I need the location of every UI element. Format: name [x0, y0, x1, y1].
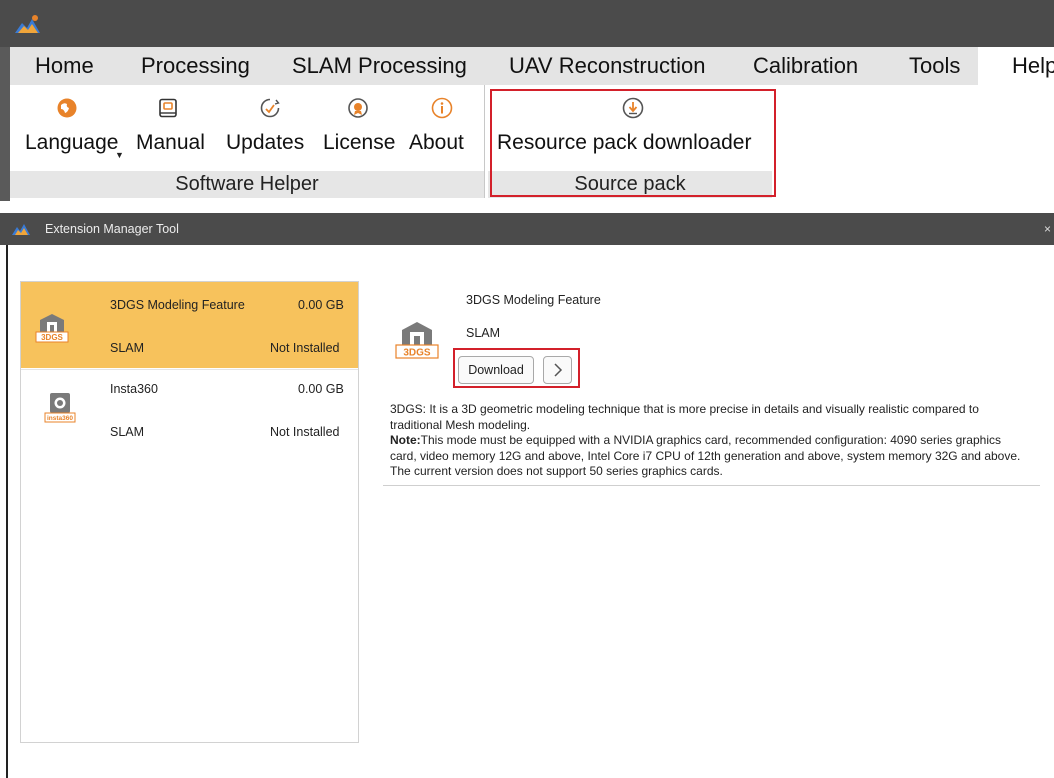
desc-line: 3DGS: It is a 3D geometric modeling tech…: [390, 402, 979, 416]
desc-line: traditional Mesh modeling.: [390, 417, 531, 432]
extension-status: Not Installed: [270, 341, 340, 355]
detail-divider: [383, 485, 1040, 486]
highlight-box-download: [453, 348, 580, 388]
note-line: The current version does not support 50 …: [390, 464, 723, 478]
menu-tools[interactable]: Tools: [909, 47, 960, 85]
highlight-box-resource-pack: [490, 89, 776, 197]
extension-status: Not Installed: [270, 425, 340, 439]
license-icon[interactable]: [347, 97, 369, 119]
extension-category: SLAM: [110, 425, 145, 439]
menu-home[interactable]: Home: [35, 47, 94, 85]
extension-name: 3DGS Modeling Feature: [110, 298, 245, 312]
menu-uav-reconstruction[interactable]: UAV Reconstruction: [509, 47, 705, 85]
detail-title: 3DGS Modeling Feature: [466, 293, 601, 307]
note-text: This mode must be equipped with a NVIDIA…: [420, 433, 1001, 447]
extension-size: 0.00 GB: [298, 298, 344, 312]
menu-slam-processing[interactable]: SLAM Processing: [292, 47, 467, 85]
group-software-helper: Software Helper: [10, 171, 484, 198]
note-line: Note:This mode must be equipped with a N…: [390, 433, 1040, 449]
dialog-left-edge: [6, 245, 8, 778]
note-line: card, video memory 12G and above, Intel …: [390, 448, 1021, 463]
globe-icon[interactable]: [56, 97, 78, 119]
detail-category: SLAM: [466, 326, 501, 340]
extension-category: SLAM: [110, 341, 145, 355]
extension-name: Insta360: [110, 382, 158, 396]
ribbon-language-label[interactable]: Language: [25, 131, 118, 155]
dialog-app-icon: [12, 224, 30, 235]
group-divider: [484, 85, 485, 198]
chevron-down-icon[interactable]: ▼: [115, 150, 124, 160]
manual-icon[interactable]: [157, 97, 179, 119]
ribbon-license-label[interactable]: License: [323, 131, 395, 155]
extension-size: 0.00 GB: [298, 382, 344, 396]
close-icon[interactable]: ×: [1044, 213, 1051, 245]
3dgs-detail-icon: 3DGS: [395, 322, 439, 359]
3dgs-detail-badge-text: 3DGS: [403, 348, 431, 359]
menu-help[interactable]: Help: [1012, 47, 1054, 85]
dialog-title: Extension Manager Tool: [45, 222, 179, 236]
note-label: Note:: [390, 433, 421, 447]
ribbon-manual-label[interactable]: Manual: [136, 131, 205, 155]
ribbon-about-label[interactable]: About: [409, 131, 464, 155]
insta360-badge-text: insta360: [47, 415, 73, 422]
app-logo-icon: [15, 15, 40, 33]
insta360-icon: insta360: [44, 393, 76, 423]
info-icon[interactable]: [431, 97, 453, 119]
app-title-bar: [0, 0, 1054, 47]
3dgs-icon: 3DGS: [35, 314, 69, 343]
updates-icon[interactable]: [259, 97, 281, 119]
menu-processing[interactable]: Processing: [141, 47, 250, 85]
list-item-3dgs[interactable]: [21, 282, 358, 368]
menu-calibration[interactable]: Calibration: [753, 47, 858, 85]
ribbon-updates-label[interactable]: Updates: [226, 131, 304, 155]
3dgs-badge-text: 3DGS: [41, 333, 63, 342]
detail-description: 3DGS: It is a 3D geometric modeling tech…: [390, 402, 1040, 480]
